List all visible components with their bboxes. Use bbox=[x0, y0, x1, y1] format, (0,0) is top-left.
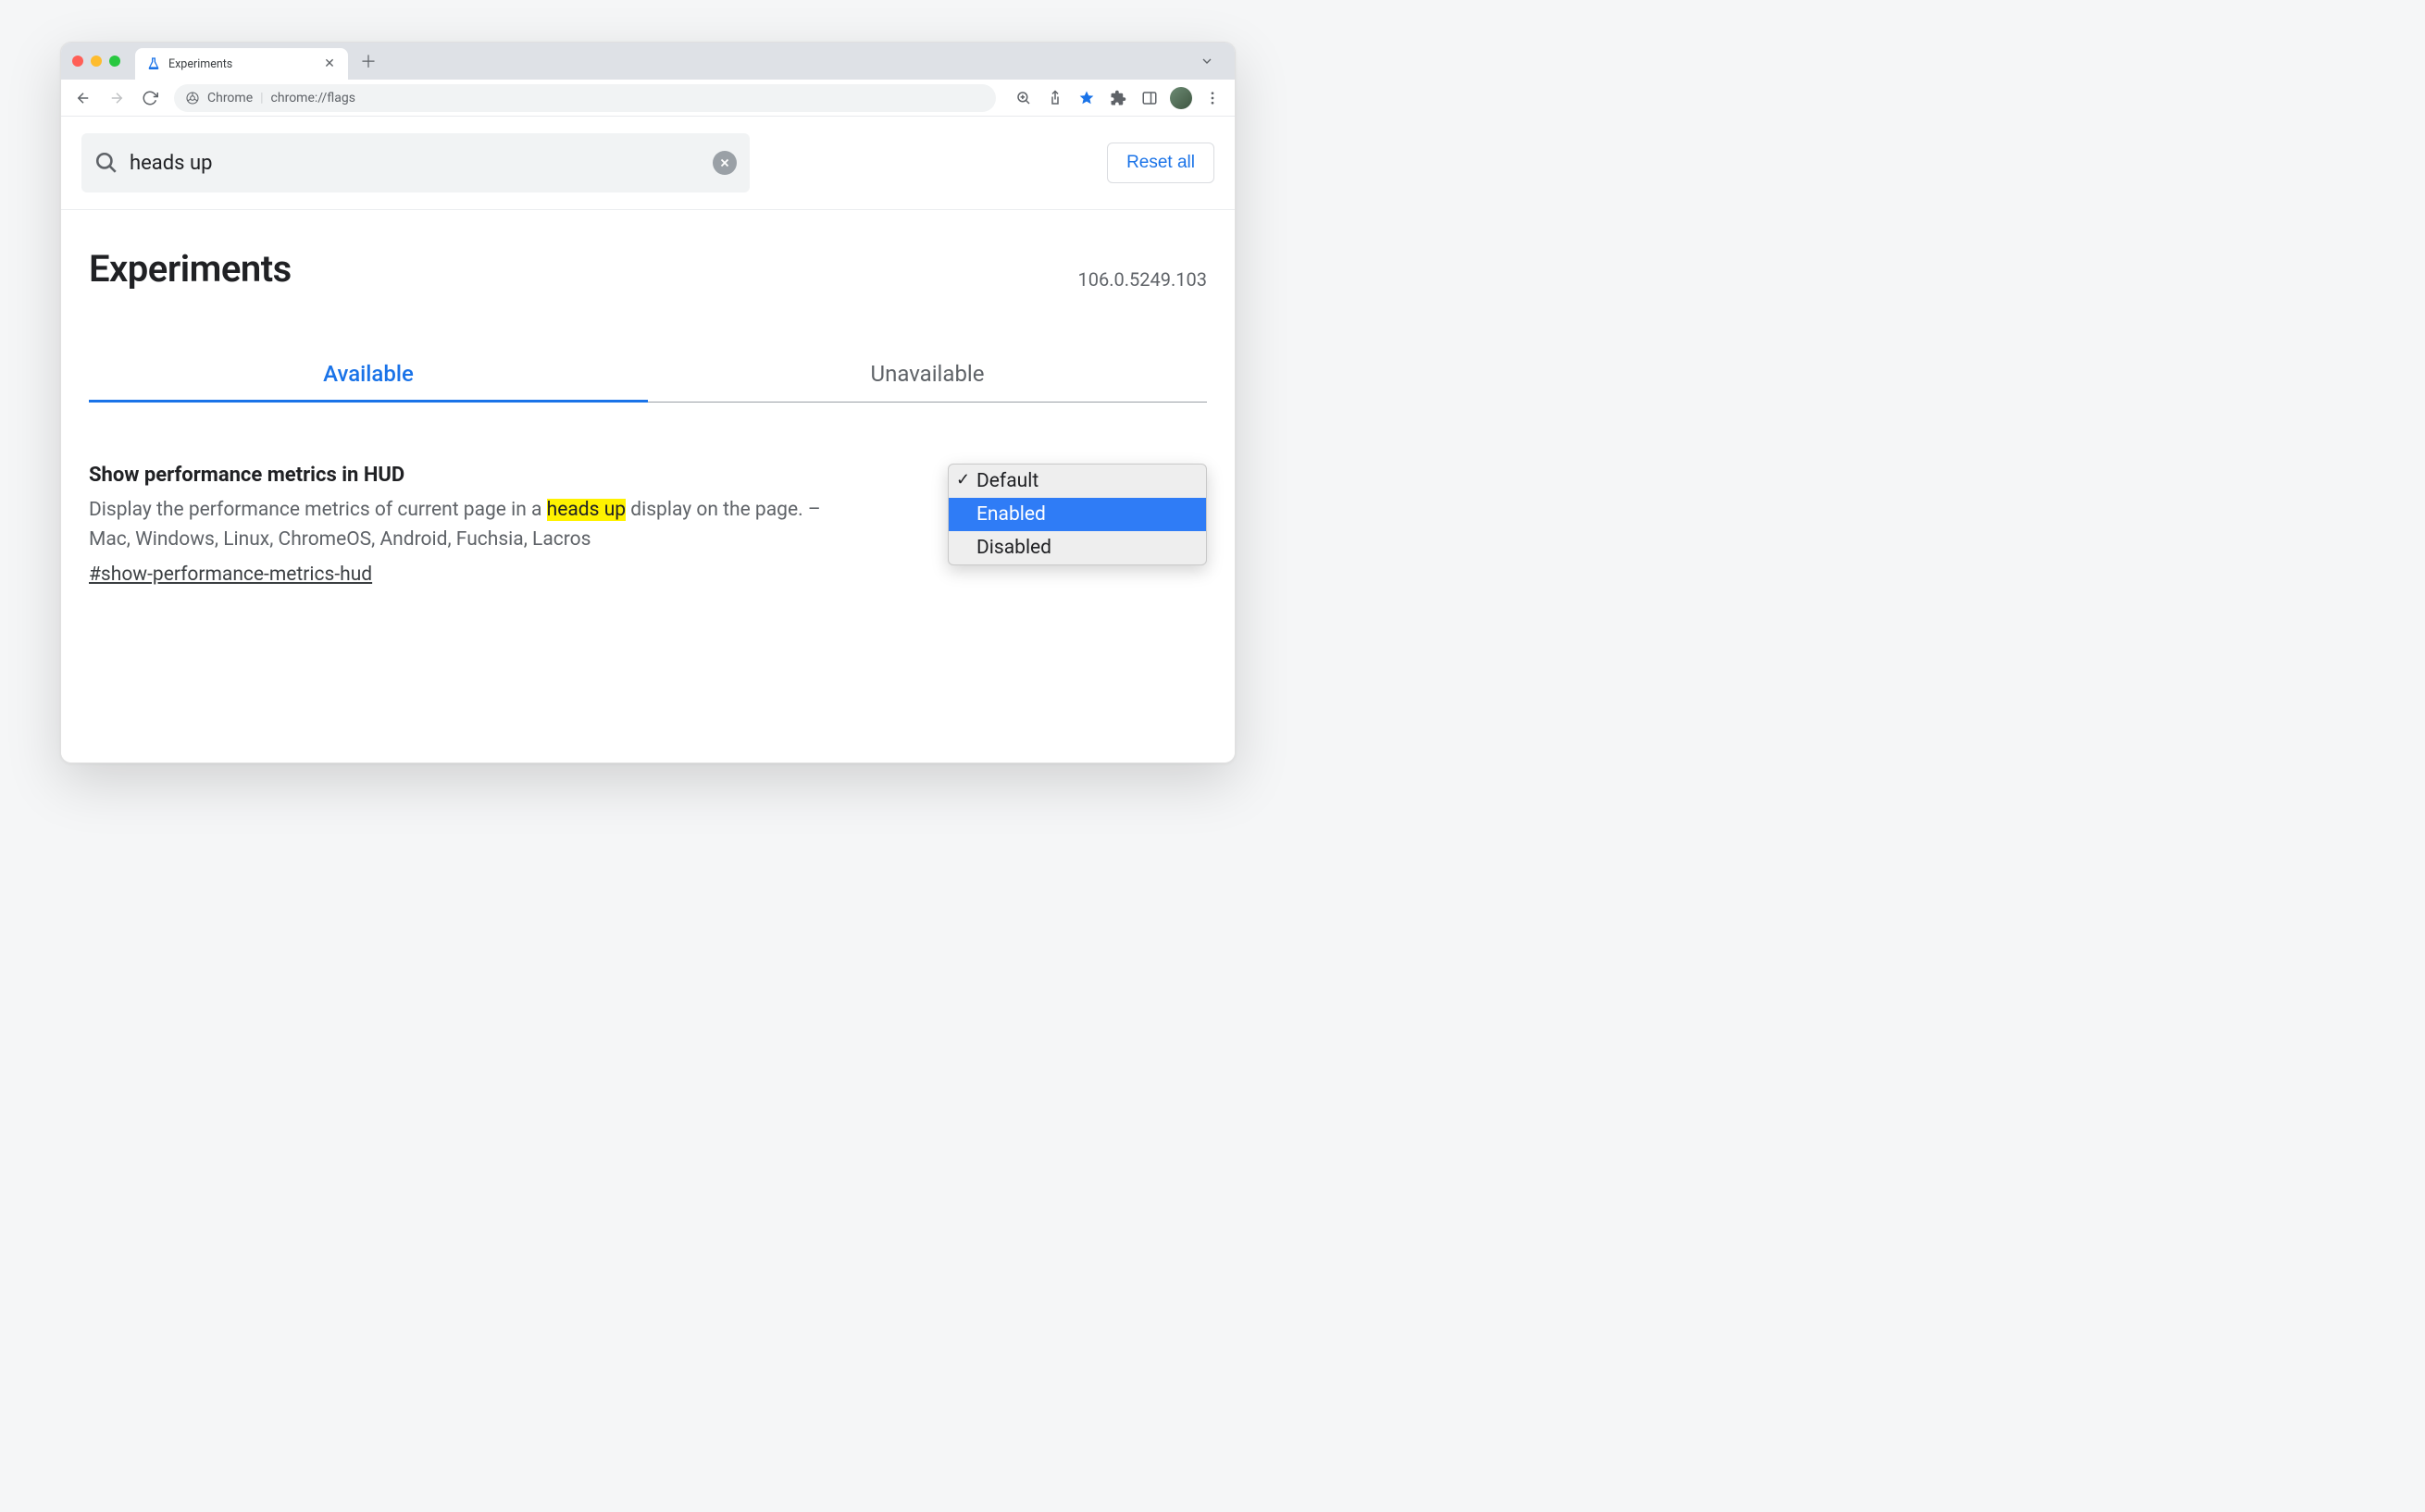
window-maximize-button[interactable] bbox=[109, 56, 120, 67]
dropdown-option-default[interactable]: Default bbox=[949, 465, 1206, 498]
toolbar: Chrome | chrome://flags bbox=[61, 80, 1235, 117]
reset-all-button[interactable]: Reset all bbox=[1107, 143, 1214, 183]
tab-list-button[interactable] bbox=[1194, 48, 1220, 74]
dropdown-option-enabled[interactable]: Enabled bbox=[949, 498, 1206, 531]
flag-desc-highlight: heads up bbox=[547, 499, 626, 521]
forward-button[interactable] bbox=[102, 83, 131, 113]
sidepanel-icon[interactable] bbox=[1135, 83, 1164, 113]
window-minimize-button[interactable] bbox=[91, 56, 102, 67]
flask-icon bbox=[146, 56, 161, 71]
search-input[interactable] bbox=[130, 152, 702, 175]
back-button[interactable] bbox=[68, 83, 98, 113]
window-close-button[interactable] bbox=[72, 56, 83, 67]
avatar-image bbox=[1170, 87, 1192, 109]
new-tab-button[interactable]: ＋ bbox=[355, 48, 381, 74]
flag-entry: Show performance metrics in HUD Display … bbox=[61, 403, 1235, 586]
page-content: Reset all Experiments 106.0.5249.103 Ava… bbox=[61, 117, 1235, 762]
reload-button[interactable] bbox=[135, 83, 165, 113]
flag-desc-before: Display the performance metrics of curre… bbox=[89, 499, 547, 521]
tab-title: Experiments bbox=[168, 57, 315, 71]
omnibox-url: chrome://flags bbox=[271, 91, 355, 105]
tab-available[interactable]: Available bbox=[89, 346, 648, 403]
flag-text-block: Show performance metrics in HUD Display … bbox=[89, 464, 857, 586]
flag-anchor-link[interactable]: #show-performance-metrics-hud bbox=[89, 564, 372, 586]
content-tabs: Available Unavailable bbox=[89, 346, 1207, 403]
page-title: Experiments bbox=[89, 247, 292, 291]
omnibox-origin: Chrome bbox=[207, 91, 253, 105]
search-box bbox=[81, 133, 750, 192]
flag-state-dropdown[interactable]: Default Enabled Disabled bbox=[948, 464, 1207, 565]
browser-window: Experiments ✕ ＋ Chrome | chrome://flags bbox=[60, 42, 1236, 763]
close-icon[interactable]: ✕ bbox=[322, 56, 337, 71]
version-text: 106.0.5249.103 bbox=[1078, 268, 1207, 291]
page-header: Experiments 106.0.5249.103 bbox=[61, 210, 1235, 300]
tab-unavailable[interactable]: Unavailable bbox=[648, 346, 1207, 403]
bookmark-star-icon[interactable] bbox=[1072, 83, 1101, 113]
flag-description: Display the performance metrics of curre… bbox=[89, 496, 857, 554]
search-icon bbox=[94, 151, 118, 175]
profile-avatar[interactable] bbox=[1166, 83, 1196, 113]
search-row: Reset all bbox=[61, 117, 1235, 210]
zoom-icon[interactable] bbox=[1009, 83, 1038, 113]
dropdown-option-disabled[interactable]: Disabled bbox=[949, 531, 1206, 564]
kebab-menu-icon[interactable] bbox=[1198, 83, 1227, 113]
extensions-icon[interactable] bbox=[1103, 83, 1133, 113]
omnibox-divider: | bbox=[260, 91, 263, 105]
tab-strip: Experiments ✕ ＋ bbox=[61, 43, 1235, 80]
chrome-icon bbox=[185, 91, 200, 105]
omnibox[interactable]: Chrome | chrome://flags bbox=[174, 84, 996, 112]
flag-title: Show performance metrics in HUD bbox=[89, 464, 857, 487]
browser-tab[interactable]: Experiments ✕ bbox=[135, 48, 348, 80]
share-icon[interactable] bbox=[1040, 83, 1070, 113]
clear-search-icon[interactable] bbox=[713, 151, 737, 175]
traffic-lights bbox=[72, 56, 120, 67]
